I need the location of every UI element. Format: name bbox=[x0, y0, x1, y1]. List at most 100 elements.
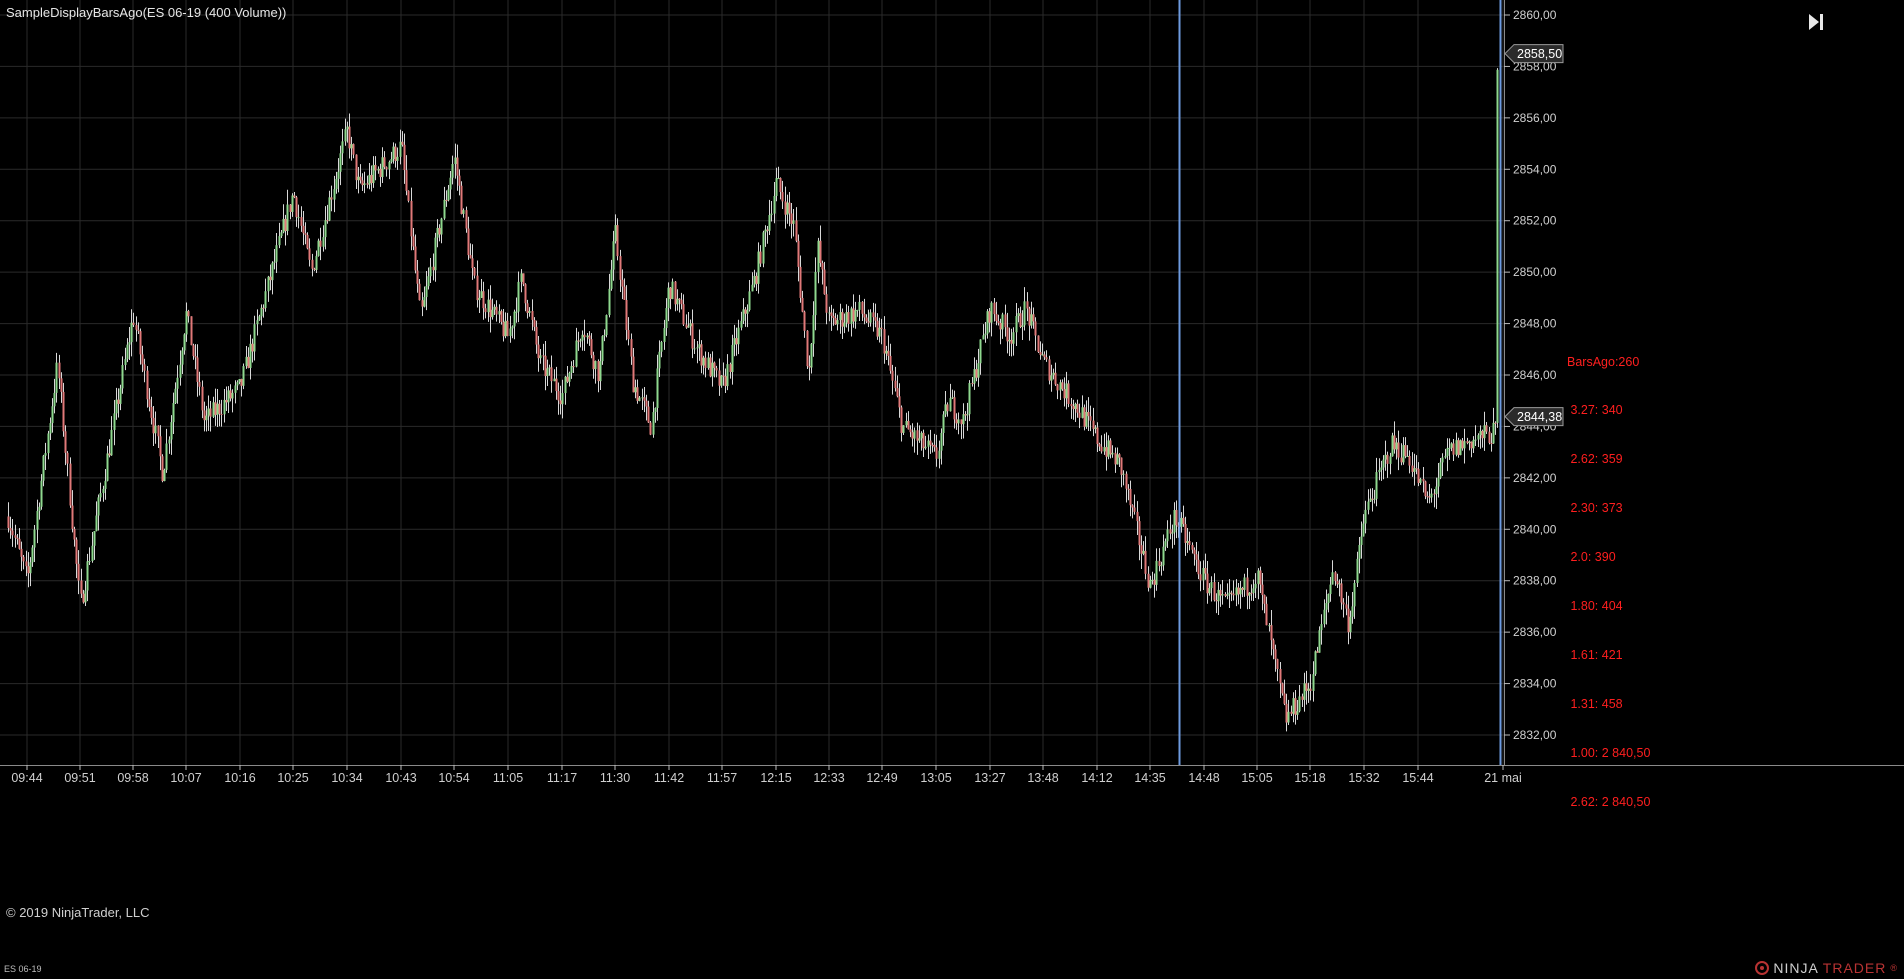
time-tick-label: 12:15 bbox=[760, 771, 791, 785]
candle-down bbox=[161, 456, 164, 482]
candle-down bbox=[198, 381, 201, 387]
candle-down bbox=[542, 355, 545, 357]
candle-up bbox=[1248, 592, 1251, 596]
price-tick-label: 2846,00 bbox=[1513, 368, 1557, 382]
candle-up bbox=[275, 245, 278, 262]
candle-down bbox=[1426, 496, 1429, 498]
candle-up bbox=[737, 327, 740, 345]
candle-down bbox=[201, 386, 204, 411]
candle-up bbox=[1362, 523, 1365, 537]
candle-down bbox=[108, 453, 111, 456]
candle-up bbox=[1171, 532, 1174, 534]
candle-down bbox=[405, 170, 408, 191]
candle-up bbox=[1360, 536, 1363, 545]
candle-up bbox=[179, 364, 182, 378]
candle-down bbox=[1120, 457, 1123, 475]
candle-up bbox=[517, 281, 520, 312]
candle-up bbox=[324, 220, 327, 238]
candle-down bbox=[852, 308, 855, 322]
candle-up bbox=[746, 309, 749, 314]
candle-down bbox=[592, 355, 595, 370]
candle-down bbox=[1219, 589, 1222, 596]
candle-up bbox=[546, 368, 549, 377]
candle-up bbox=[462, 210, 465, 214]
candle-up bbox=[36, 510, 39, 530]
candle-up bbox=[1050, 375, 1053, 381]
candle-down bbox=[619, 256, 622, 280]
candle-up bbox=[260, 307, 263, 317]
candle-down bbox=[1428, 496, 1431, 498]
candle-down bbox=[531, 310, 534, 320]
scroll-to-end-icon[interactable] bbox=[1808, 12, 1824, 32]
candle-down bbox=[456, 157, 459, 176]
candle-up bbox=[1116, 454, 1119, 465]
candle-up bbox=[440, 218, 443, 235]
candle-down bbox=[1118, 454, 1121, 458]
candle-down bbox=[370, 174, 373, 184]
candle-down bbox=[1274, 649, 1277, 660]
candle-down bbox=[896, 388, 899, 397]
time-tick-label: 12:49 bbox=[866, 771, 897, 785]
candle-up bbox=[1435, 486, 1438, 494]
logo-text-trader: TRADER bbox=[1822, 960, 1887, 976]
candle-down bbox=[1127, 488, 1130, 490]
time-tick-label: 14:12 bbox=[1081, 771, 1112, 785]
candle-down bbox=[643, 397, 646, 401]
candle-up bbox=[115, 399, 118, 414]
candle-up bbox=[1059, 382, 1062, 391]
candle-up bbox=[106, 453, 109, 481]
candle-up bbox=[40, 480, 43, 507]
candle-up bbox=[973, 369, 976, 384]
candle-up bbox=[1380, 467, 1383, 470]
candle-up bbox=[839, 312, 842, 321]
candle-down bbox=[1485, 425, 1488, 432]
candle-up bbox=[357, 176, 360, 181]
candle-down bbox=[1078, 412, 1081, 418]
logo-text-ninja: NINJA bbox=[1773, 960, 1819, 976]
candle-up bbox=[280, 232, 283, 237]
candle-down bbox=[190, 316, 193, 346]
candle-up bbox=[185, 311, 188, 335]
candle-down bbox=[1347, 608, 1350, 633]
candle-up bbox=[856, 309, 859, 311]
ninjatrader-logo-icon bbox=[1755, 961, 1770, 975]
candle-up bbox=[1008, 339, 1011, 342]
candle-up bbox=[858, 301, 861, 310]
candle-down bbox=[306, 234, 309, 249]
candle-up bbox=[612, 241, 615, 270]
candle-down bbox=[445, 199, 448, 201]
candle-up bbox=[539, 355, 542, 359]
time-tick-label: 10:25 bbox=[277, 771, 308, 785]
candle-up bbox=[504, 320, 507, 337]
candle-up bbox=[454, 157, 457, 165]
candle-down bbox=[1263, 595, 1266, 604]
candle-up bbox=[271, 262, 274, 281]
candle-down bbox=[293, 195, 296, 198]
candle-down bbox=[572, 366, 575, 368]
annotation-line: 2.62: 359 bbox=[1567, 452, 1623, 467]
time-tick-label: 10:16 bbox=[224, 771, 255, 785]
candle-down bbox=[863, 313, 866, 318]
candle-up bbox=[1164, 541, 1167, 547]
candle-down bbox=[544, 355, 547, 377]
candle-down bbox=[735, 338, 738, 345]
candle-down bbox=[1334, 572, 1337, 581]
candle-down bbox=[143, 364, 146, 371]
candle-up bbox=[286, 204, 289, 231]
candle-up bbox=[335, 178, 338, 190]
candle-down bbox=[117, 399, 120, 404]
candle-up bbox=[1235, 587, 1238, 596]
candle-down bbox=[636, 387, 639, 401]
candle-up bbox=[1327, 594, 1330, 604]
candle-down bbox=[834, 318, 837, 325]
candle-down bbox=[1006, 327, 1009, 342]
candle-up bbox=[570, 366, 573, 373]
price-tick-label: 2836,00 bbox=[1513, 625, 1557, 639]
candle-up bbox=[1226, 594, 1229, 596]
candle-down bbox=[467, 228, 470, 256]
candle-up bbox=[594, 361, 597, 370]
candle-up bbox=[493, 306, 496, 310]
candle-down bbox=[645, 400, 648, 407]
candle-up bbox=[1318, 630, 1321, 653]
candle-up bbox=[696, 347, 699, 349]
